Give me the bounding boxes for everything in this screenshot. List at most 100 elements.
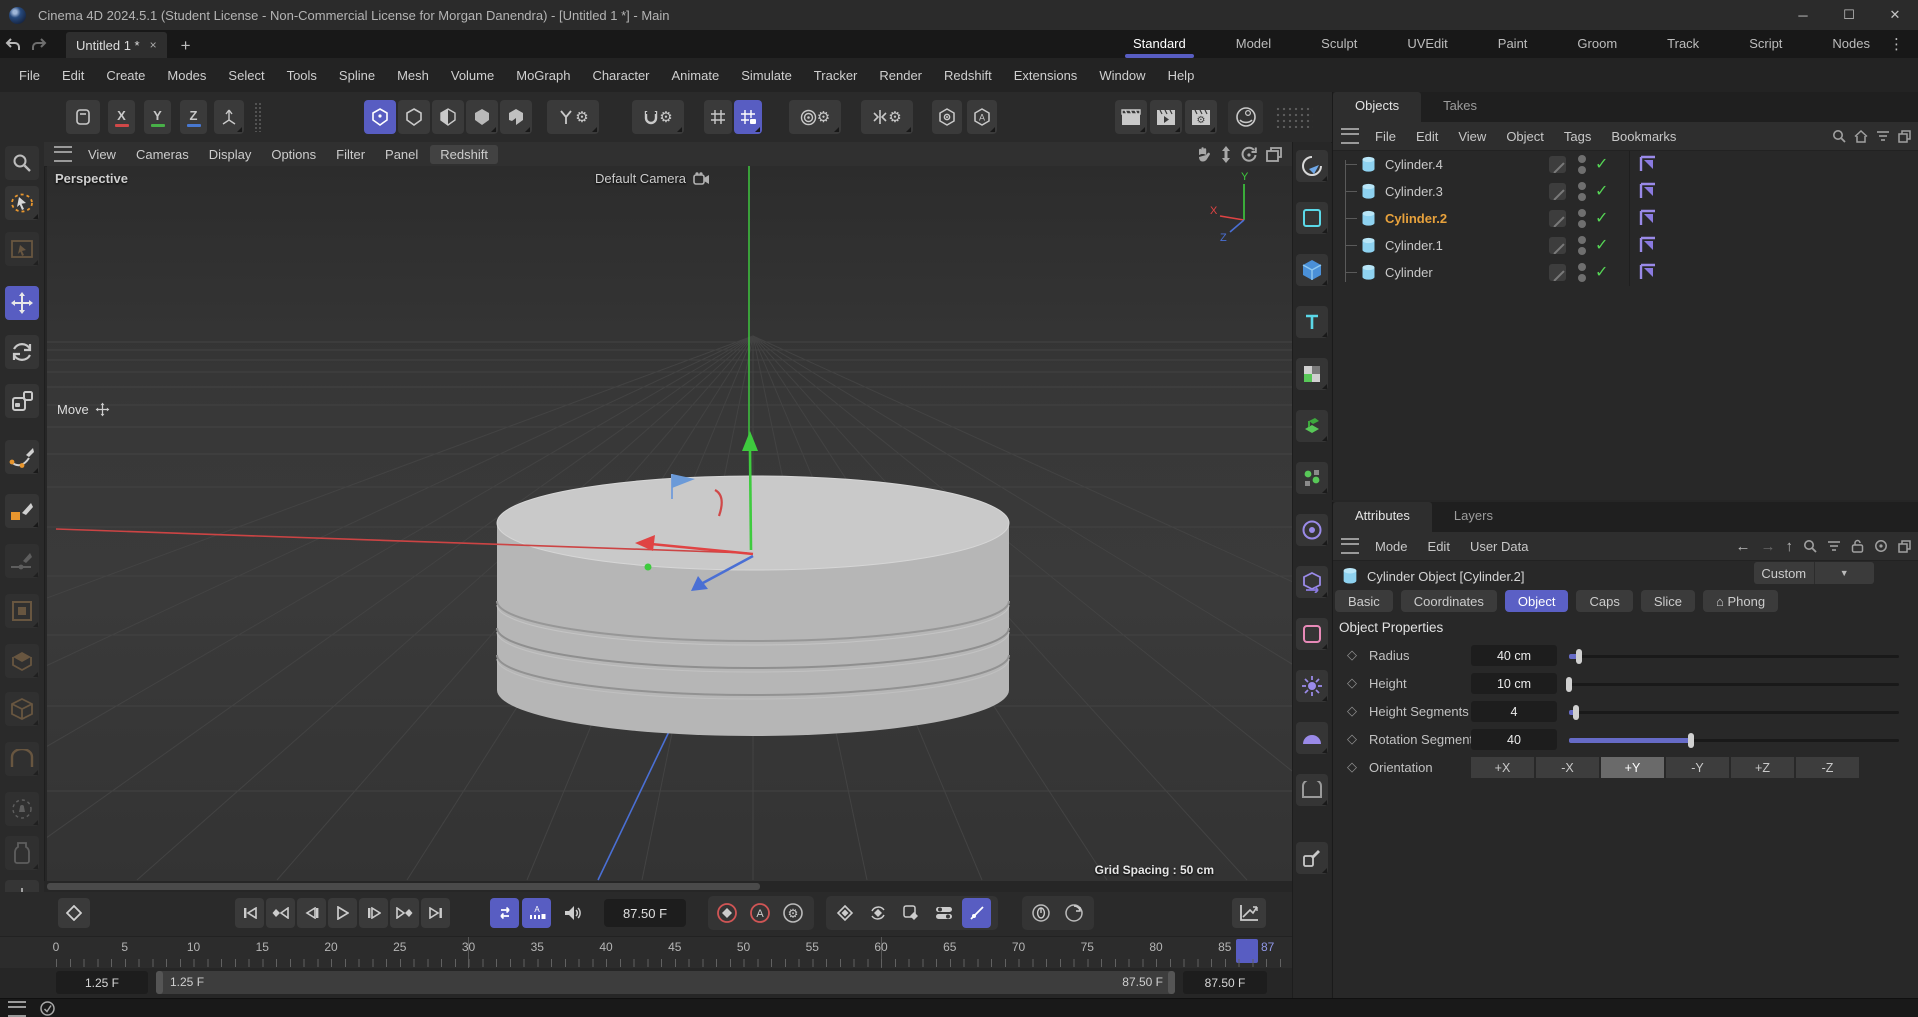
status-menu-icon[interactable] — [8, 1000, 26, 1017]
redshift-tag-icon[interactable] — [1639, 263, 1657, 281]
camera-icon[interactable] — [693, 172, 710, 185]
enabled-check-icon[interactable]: ✓ — [1595, 235, 1608, 255]
deformer-icon[interactable] — [1296, 566, 1328, 598]
visibility-dots[interactable] — [1578, 155, 1586, 174]
property-slider[interactable] — [1569, 705, 1899, 720]
layout-tab[interactable]: Nodes — [1830, 32, 1872, 57]
render-sphere-icon[interactable] — [1228, 100, 1263, 134]
range-end-field[interactable]: 87.50 F — [1183, 971, 1267, 994]
pan-hand-icon[interactable] — [1196, 146, 1211, 162]
next-key-icon[interactable] — [390, 898, 419, 928]
range-start-field[interactable]: 1.25 F — [56, 971, 148, 994]
property-value-field[interactable]: 4 — [1471, 701, 1557, 722]
prev-key-icon[interactable] — [266, 898, 295, 928]
autokey-range-icon[interactable]: A — [522, 898, 551, 928]
dolly-icon[interactable] — [1220, 145, 1232, 163]
snap-magnet-icon[interactable]: ⚙ — [632, 100, 684, 134]
orientation-button[interactable]: +X — [1471, 757, 1534, 778]
mouse-rotate-icon[interactable] — [1059, 898, 1088, 928]
current-frame-field[interactable]: 87.50 F — [604, 899, 686, 927]
create-spline-rect-icon[interactable] — [1296, 202, 1328, 234]
layout-tab[interactable]: UVEdit — [1405, 32, 1449, 57]
new-window-icon[interactable] — [1898, 539, 1911, 553]
home-icon[interactable] — [1854, 129, 1868, 143]
camera-label[interactable]: Default Camera — [595, 171, 686, 186]
modeling-settings-icon[interactable]: ⚙ — [547, 100, 599, 134]
field-icon[interactable] — [1296, 514, 1328, 546]
orientation-button[interactable]: -Y — [1666, 757, 1729, 778]
render-play-icon[interactable] — [1150, 100, 1182, 134]
orbit-icon[interactable] — [1241, 146, 1257, 162]
more-layouts-icon[interactable]: ⋮ — [1889, 35, 1904, 53]
preset-dropdown[interactable]: Custom ▼ — [1754, 562, 1874, 584]
viewport-menu-item[interactable]: Panel — [375, 147, 428, 162]
key-scale-icon[interactable] — [896, 898, 925, 928]
menu-item[interactable]: Mesh — [386, 68, 440, 83]
visibility-dots[interactable] — [1578, 182, 1586, 201]
symmetry-scissors-icon[interactable]: ⚙ — [861, 100, 913, 134]
sound-icon[interactable] — [558, 898, 587, 928]
scale-tool-icon[interactable] — [5, 384, 39, 418]
menu-item[interactable]: Spline — [328, 68, 386, 83]
minimize-icon[interactable]: ─ — [1780, 0, 1826, 30]
extrude-icon[interactable] — [5, 644, 39, 678]
view-shield-cut-icon[interactable] — [500, 100, 532, 134]
scrollbar-handle[interactable] — [47, 883, 760, 890]
viewport-menu-item[interactable]: Cameras — [126, 147, 199, 162]
property-diamond-icon[interactable]: ◇ — [1347, 759, 1357, 775]
panel-tab[interactable]: Layers — [1432, 502, 1515, 532]
property-value-field[interactable]: 40 cm — [1471, 645, 1557, 666]
menu-item[interactable]: Help — [1157, 68, 1206, 83]
filter-icon[interactable] — [1827, 540, 1841, 552]
section-tab[interactable]: Object — [1504, 590, 1569, 612]
material-pen-icon[interactable] — [1296, 842, 1328, 874]
cloner-icon[interactable] — [1296, 462, 1328, 494]
play-icon[interactable] — [328, 898, 357, 928]
layout-tab[interactable]: Groom — [1575, 32, 1619, 57]
menu-item[interactable]: Create — [95, 68, 156, 83]
object-row[interactable]: Cylinder ✓ — [1333, 259, 1918, 286]
menu-item[interactable]: Tracker — [803, 68, 869, 83]
menu-item[interactable]: Extensions — [1003, 68, 1089, 83]
objects-menu-item[interactable]: File — [1365, 129, 1406, 144]
create-text-icon[interactable] — [1296, 306, 1328, 338]
property-slider[interactable] — [1569, 733, 1899, 748]
enabled-check-icon[interactable]: ✓ — [1595, 262, 1608, 282]
objects-menu-icon[interactable] — [1341, 128, 1359, 144]
move-tool-icon[interactable] — [5, 286, 39, 320]
orientation-button[interactable]: -X — [1536, 757, 1599, 778]
timeline-ruler[interactable]: 0 5 10 15 20 25 30 35 40 45 50 55 60 65 70 75 80 85 87 — [0, 936, 1292, 969]
viewport-menu-item[interactable]: Display — [199, 147, 262, 162]
key-pla-icon[interactable] — [962, 898, 991, 928]
viewport[interactable]: Perspective Default Camera Move Grid Spa… — [47, 166, 1292, 881]
attributes-menu-icon[interactable] — [1341, 538, 1359, 554]
menu-item[interactable]: MoGraph — [505, 68, 581, 83]
spline-smooth-icon[interactable] — [5, 544, 39, 578]
menu-item[interactable]: Render — [868, 68, 933, 83]
floor-icon[interactable] — [1296, 722, 1328, 754]
object-row[interactable]: Cylinder.2 ✓ — [1333, 205, 1918, 232]
menu-item[interactable]: Edit — [51, 68, 95, 83]
up-icon[interactable]: ↑ — [1786, 538, 1794, 555]
render-settings-icon[interactable]: ⚙ — [1185, 100, 1217, 134]
quantize-icon[interactable]: ⚙ — [789, 100, 841, 134]
next-frame-icon[interactable] — [359, 898, 388, 928]
figure-icon[interactable] — [1296, 410, 1328, 442]
lock-icon[interactable] — [1851, 539, 1864, 553]
attributes-menu-item[interactable]: Edit — [1418, 539, 1460, 554]
render-view-icon[interactable] — [1115, 100, 1147, 134]
goto-end-icon[interactable] — [421, 898, 450, 928]
spline-pen-icon[interactable] — [5, 440, 39, 474]
panel-tab[interactable]: Objects — [1333, 92, 1422, 122]
menu-item[interactable]: Modes — [156, 68, 217, 83]
record-keyframe-icon[interactable] — [712, 898, 741, 928]
object-row[interactable]: Cylinder.4 ✓ — [1333, 151, 1918, 178]
document-tab[interactable]: Untitled 1 * × — [66, 32, 167, 58]
search-icon[interactable] — [1803, 539, 1817, 553]
autokey-icon[interactable]: A — [745, 898, 774, 928]
object-name[interactable]: Cylinder.2 — [1385, 211, 1447, 226]
bottle-icon[interactable] — [5, 836, 39, 870]
property-diamond-icon[interactable]: ◇ — [1347, 703, 1357, 719]
object-name[interactable]: Cylinder.4 — [1385, 157, 1443, 172]
grid-lock-icon[interactable] — [734, 100, 762, 134]
